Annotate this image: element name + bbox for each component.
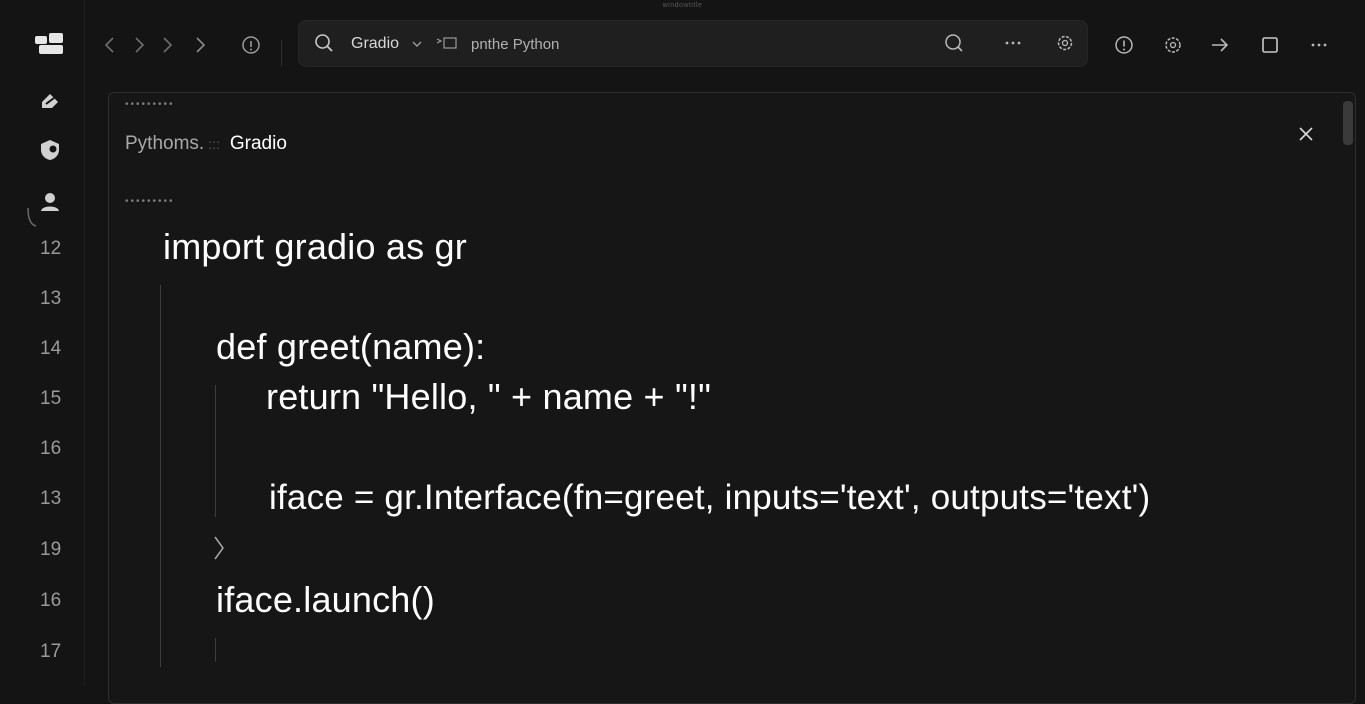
gear-icon[interactable]: [1054, 32, 1076, 54]
code-line: iface = gr.Interface(fn=greet, inputs='t…: [269, 478, 1151, 517]
editor-tabs: Pythoms.::: Gradio: [125, 133, 287, 155]
line-number: 16: [40, 438, 62, 459]
code-line: return "Hello, " + name + "!": [266, 376, 712, 417]
line-number: 17: [40, 641, 62, 662]
back-icon[interactable]: [99, 34, 121, 56]
shield-icon[interactable]: [38, 138, 62, 162]
user-icon[interactable]: [38, 190, 62, 214]
active-indicator: [27, 208, 36, 227]
maximize-icon[interactable]: [1259, 34, 1281, 56]
search-icon[interactable]: [943, 32, 965, 54]
line-number: 12: [40, 238, 62, 259]
window-caption: windowtitle: [662, 2, 703, 9]
chevron-down-icon[interactable]: [411, 38, 423, 50]
scrollbar[interactable]: [1343, 101, 1353, 145]
arrow-right-icon[interactable]: [1209, 34, 1231, 56]
info-icon[interactable]: [1113, 34, 1135, 56]
left-rail: 12 13 14 15 16 13 19 16 17: [0, 0, 85, 686]
drag-handle-dots[interactable]: •••••••••: [125, 196, 175, 207]
close-icon[interactable]: [1297, 125, 1315, 143]
tab-gradio[interactable]: Gradio: [230, 133, 287, 154]
line-number: 19: [40, 539, 62, 560]
tab-separator: :::: [208, 136, 220, 152]
code-line: iface.launch(): [216, 579, 435, 620]
code-line: def greet(name):: [216, 326, 486, 367]
more-icon[interactable]: [1308, 34, 1330, 56]
app-logo[interactable]: [33, 32, 65, 56]
code-editor[interactable]: ••••••••• Pythoms.::: Gradio ••••••••• im…: [108, 92, 1356, 704]
line-number: 13: [40, 488, 62, 509]
line-number: 15: [40, 388, 62, 409]
tab-pythoms[interactable]: Pythoms.: [125, 133, 204, 154]
forward-icon[interactable]: [128, 34, 150, 56]
toolbar: Gradio pnthe Python: [84, 10, 1365, 78]
indent-guide: [215, 385, 216, 517]
more-icon[interactable]: [1002, 32, 1024, 54]
address-bar[interactable]: Gradio pnthe Python: [298, 20, 1088, 67]
line-number: 16: [40, 590, 62, 611]
indent-guide: [160, 285, 161, 667]
drag-handle-dots[interactable]: •••••••••: [125, 99, 175, 110]
line-number: 14: [40, 338, 62, 359]
toolbar-divider: [281, 40, 282, 66]
fold-chevron-icon[interactable]: [212, 535, 226, 561]
forward-icon[interactable]: [189, 34, 211, 56]
forward-icon[interactable]: [156, 34, 178, 56]
terminal-icon: [436, 37, 457, 49]
indent-guide: [215, 638, 216, 662]
search-icon[interactable]: [313, 32, 335, 54]
code-line: import gradio as gr: [163, 226, 467, 267]
gear-icon[interactable]: [1162, 34, 1184, 56]
interpreter-label[interactable]: pnthe Python: [471, 36, 559, 53]
project-selector[interactable]: Gradio: [351, 35, 399, 53]
line-number: 13: [40, 288, 62, 309]
info-icon[interactable]: [240, 34, 262, 56]
edit-icon[interactable]: [38, 90, 62, 114]
